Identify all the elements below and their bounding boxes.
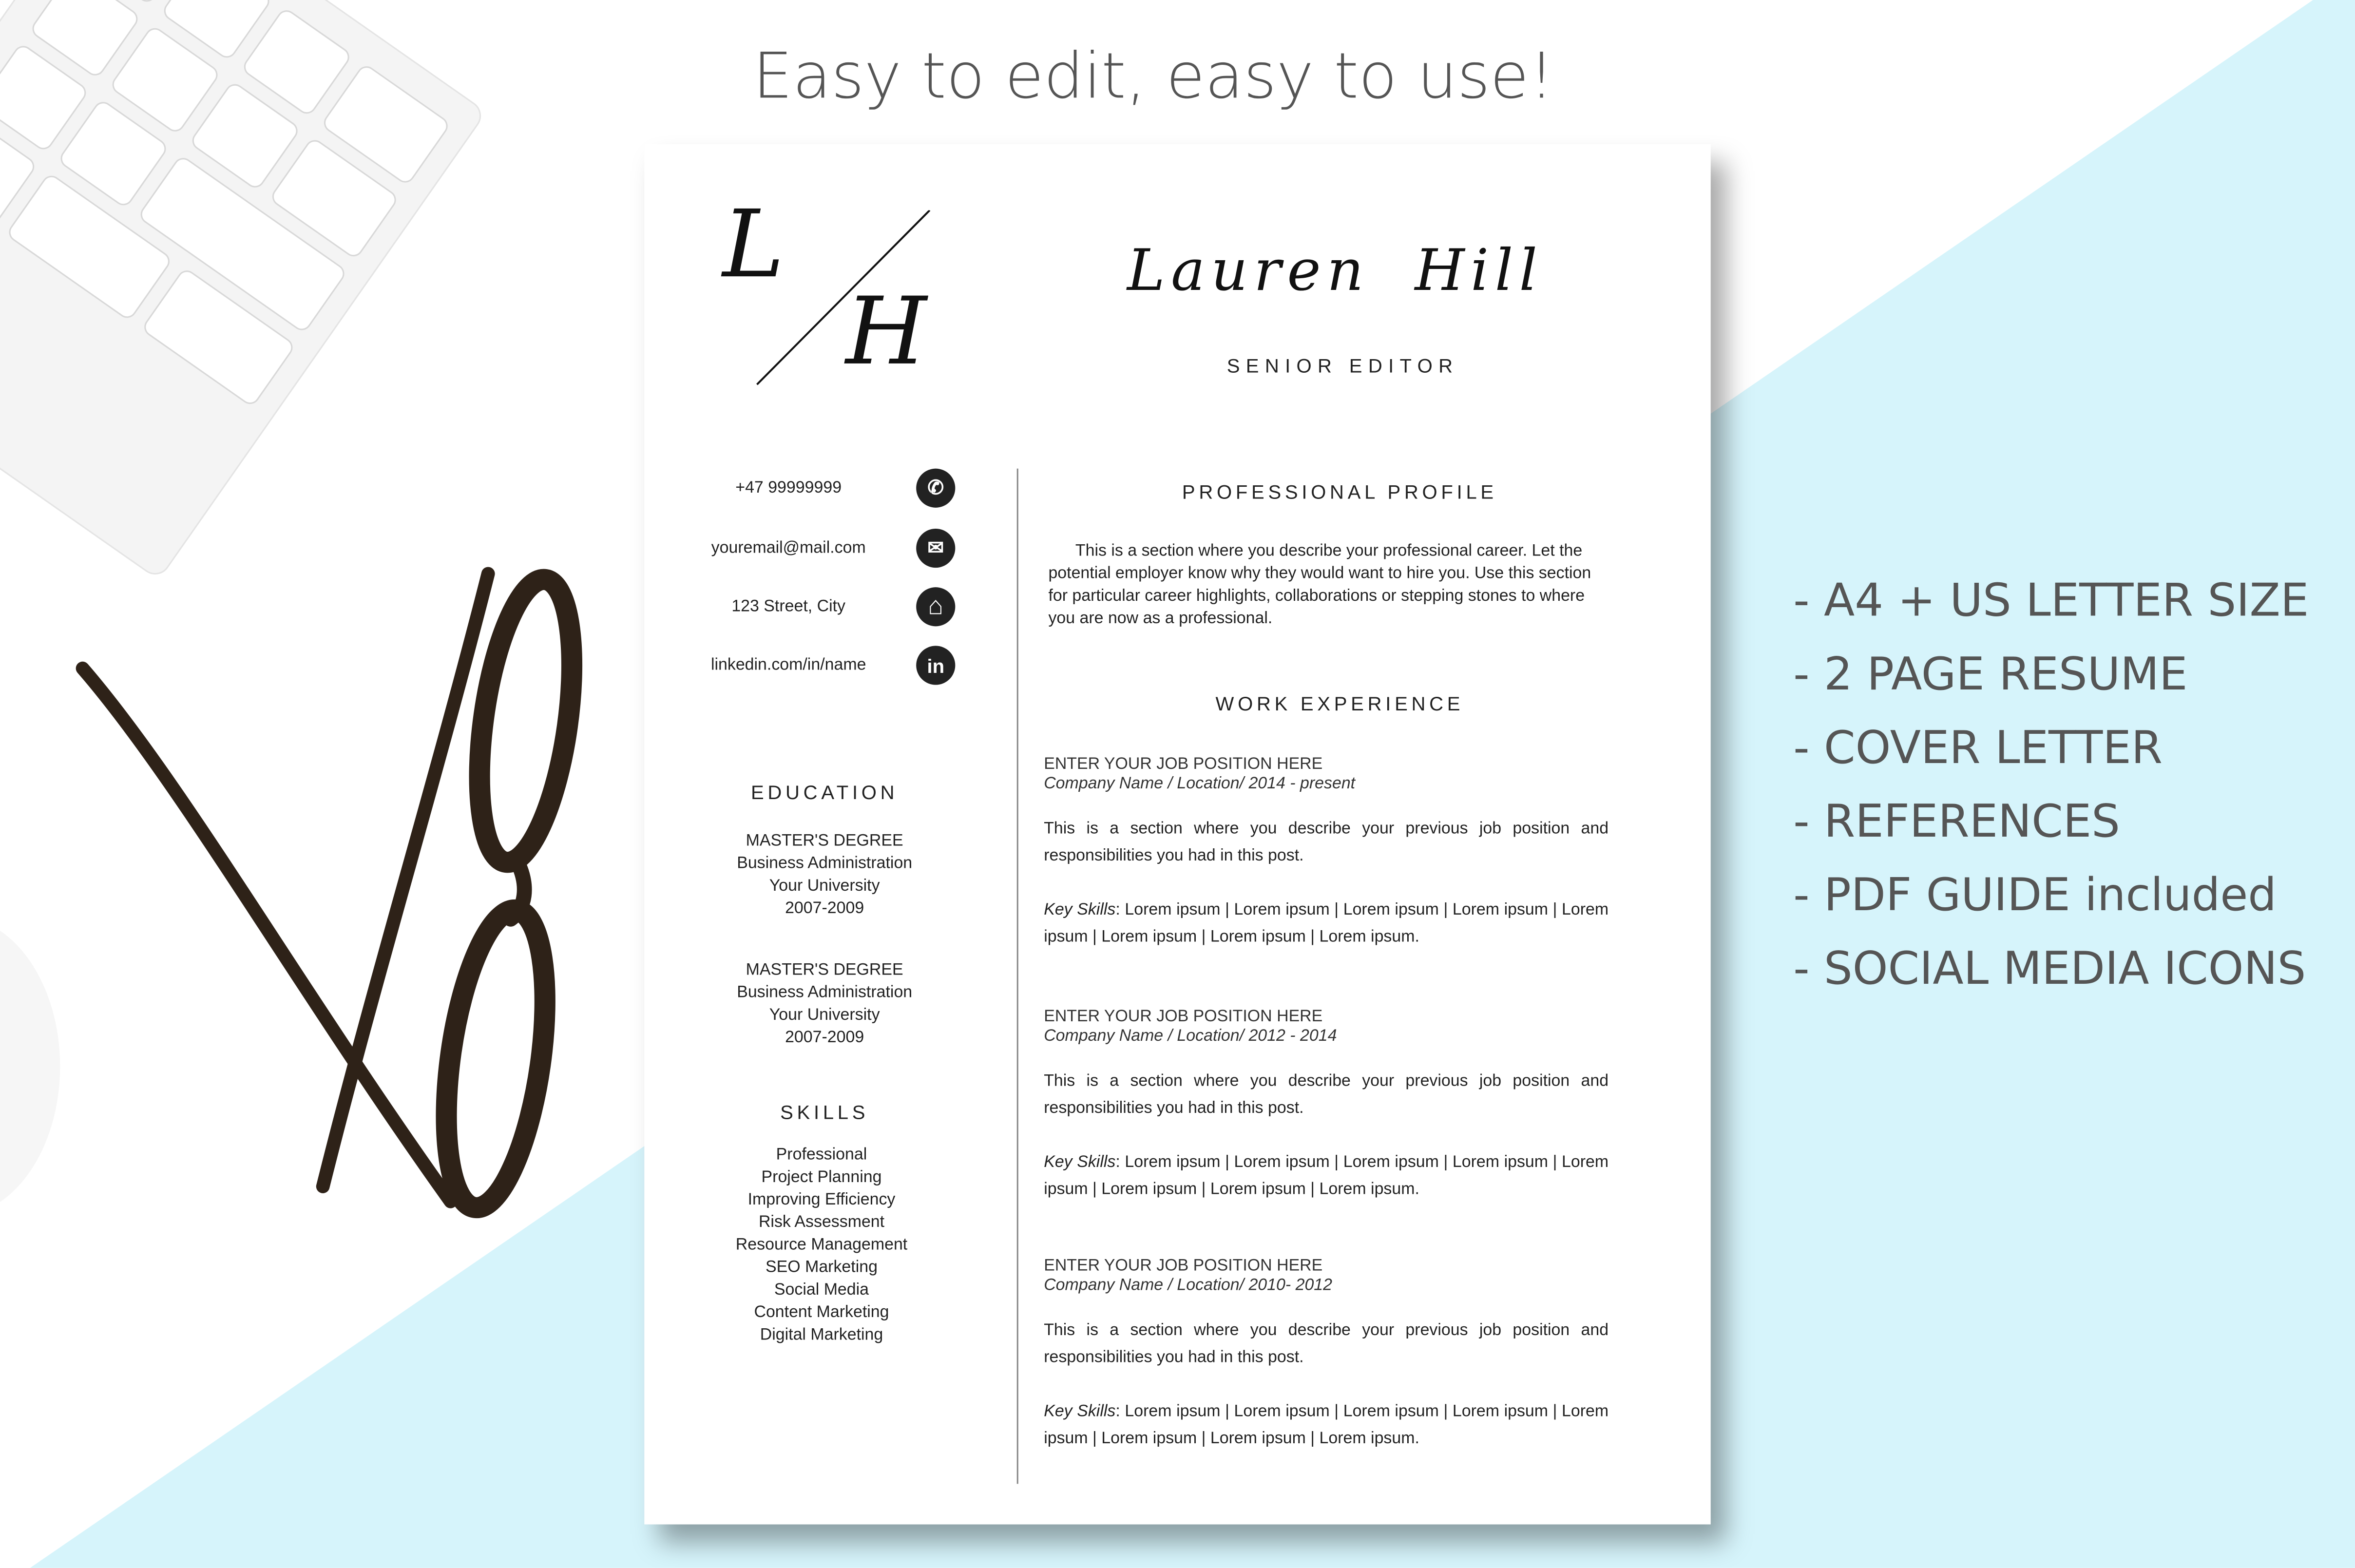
feature-item: - REFERENCES [1793,796,2120,849]
key-skills-label: Key Skills [1044,1153,1116,1172]
job-entry: ENTER YOUR JOB POSITION HERE Company Nam… [1044,755,1608,951]
key-skills-label: Key Skills [1044,901,1116,919]
education-heading: EDUCATION [750,781,899,804]
job-description: This is a section where you describe you… [1044,1321,1609,1367]
job-skills: Key Skills: Lorem ipsum | Lorem ipsum | … [1044,1149,1608,1203]
feature-item: - SOCIAL MEDIA ICONS [1793,943,2306,996]
degree: MASTER'S DEGREE [746,961,903,979]
job-skills: Key Skills: Lorem ipsum | Lorem ipsum | … [1044,1398,1608,1453]
skill-item: Project Planning [761,1168,882,1187]
contact-address: 123 Street, City [731,597,846,616]
linkedin-icon: in [916,646,956,685]
field: Business Administration [737,983,913,1002]
contact-email: youremail@mail.com [711,539,866,557]
contact-phone: +47 99999999 [735,479,842,497]
years: 2007-2009 [785,1029,864,1047]
skill-item: Professional [776,1146,867,1164]
job-company: Company Name / Location/ 2012 - 2014 [1044,1027,1337,1046]
job-entry: ENTER YOUR JOB POSITION HERE Company Nam… [1044,1008,1608,1203]
job-entry: ENTER YOUR JOB POSITION HERE Company Nam… [1044,1257,1608,1453]
resume-page: L H Lauren Hill SENIOR EDITOR +47 999999… [644,144,1711,1525]
skills-list: Professional Project Planning Improving … [709,1145,934,1347]
feature-item: - A4 + US LETTER SIZE [1793,575,2309,628]
education-entry: MASTER'S DEGREE Business Administration … [712,831,937,921]
job-position: ENTER YOUR JOB POSITION HERE [1044,1008,1323,1026]
work-heading: WORK EXPERIENCE [1215,692,1464,715]
skill-item: Content Marketing [754,1303,889,1322]
home-icon: ⌂ [916,587,956,627]
monogram-last: H [845,276,927,386]
resume-name: Lauren Hill [1127,237,1544,304]
job-position: ENTER YOUR JOB POSITION HERE [1044,1257,1323,1275]
job-title: SENIOR EDITOR [1226,354,1459,377]
skill-item: Resource Management [735,1236,908,1254]
key-skills-text: : Lorem ipsum | Lorem ipsum | Lorem ipsu… [1044,1402,1609,1448]
years: 2007-2009 [785,899,864,918]
phone-icon: ✆ [916,468,956,508]
features-list: - A4 + US LETTER SIZE - 2 PAGE RESUME - … [1793,565,2309,1006]
key-skills-label: Key Skills [1044,1402,1116,1421]
job-description: This is a section where you describe you… [1044,1072,1609,1118]
key-skills-text: : Lorem ipsum | Lorem ipsum | Lorem ipsu… [1044,901,1609,946]
school: Your University [769,1006,880,1025]
job-position: ENTER YOUR JOB POSITION HERE [1044,755,1323,774]
profile-text: This is a section where you describe you… [1048,542,1591,628]
feature-item: - 2 PAGE RESUME [1793,649,2188,702]
skill-item: Risk Assessment [758,1213,885,1232]
education-entry: MASTER'S DEGREE Business Administration … [712,960,937,1050]
job-company: Company Name / Location/ 2014 - present [1044,775,1356,793]
key-skills-text: : Lorem ipsum | Lorem ipsum | Lorem ipsu… [1044,1153,1609,1199]
skills-heading: SKILLS [780,1101,869,1124]
profile-heading: PROFESSIONAL PROFILE [1182,480,1497,503]
job-company: Company Name / Location/ 2010- 2012 [1044,1276,1333,1295]
column-divider [1016,468,1018,1484]
school: Your University [769,877,880,896]
job-skills: Key Skills: Lorem ipsum | Lorem ipsum | … [1044,897,1608,951]
skill-item: Social Media [774,1281,869,1300]
mail-icon: ✉ [916,528,956,568]
contact-linkedin: linkedin.com/in/name [710,656,866,674]
skill-item: SEO Marketing [766,1258,878,1277]
glasses-image [76,567,583,1219]
degree: MASTER'S DEGREE [746,832,903,850]
skill-item: Digital Marketing [760,1326,883,1344]
headline: Easy to edit, easy to use! [752,39,1554,113]
job-description: This is a section where you describe you… [1044,820,1609,865]
field: Business Administration [737,854,913,873]
cup-image [0,931,60,1202]
feature-item: - PDF GUIDE included [1793,869,2277,922]
product-image: Easy to edit, easy to use! L H Lauren Hi… [0,0,2355,1568]
feature-item: - COVER LETTER [1793,722,2163,775]
skill-item: Improving Efficiency [747,1191,896,1209]
